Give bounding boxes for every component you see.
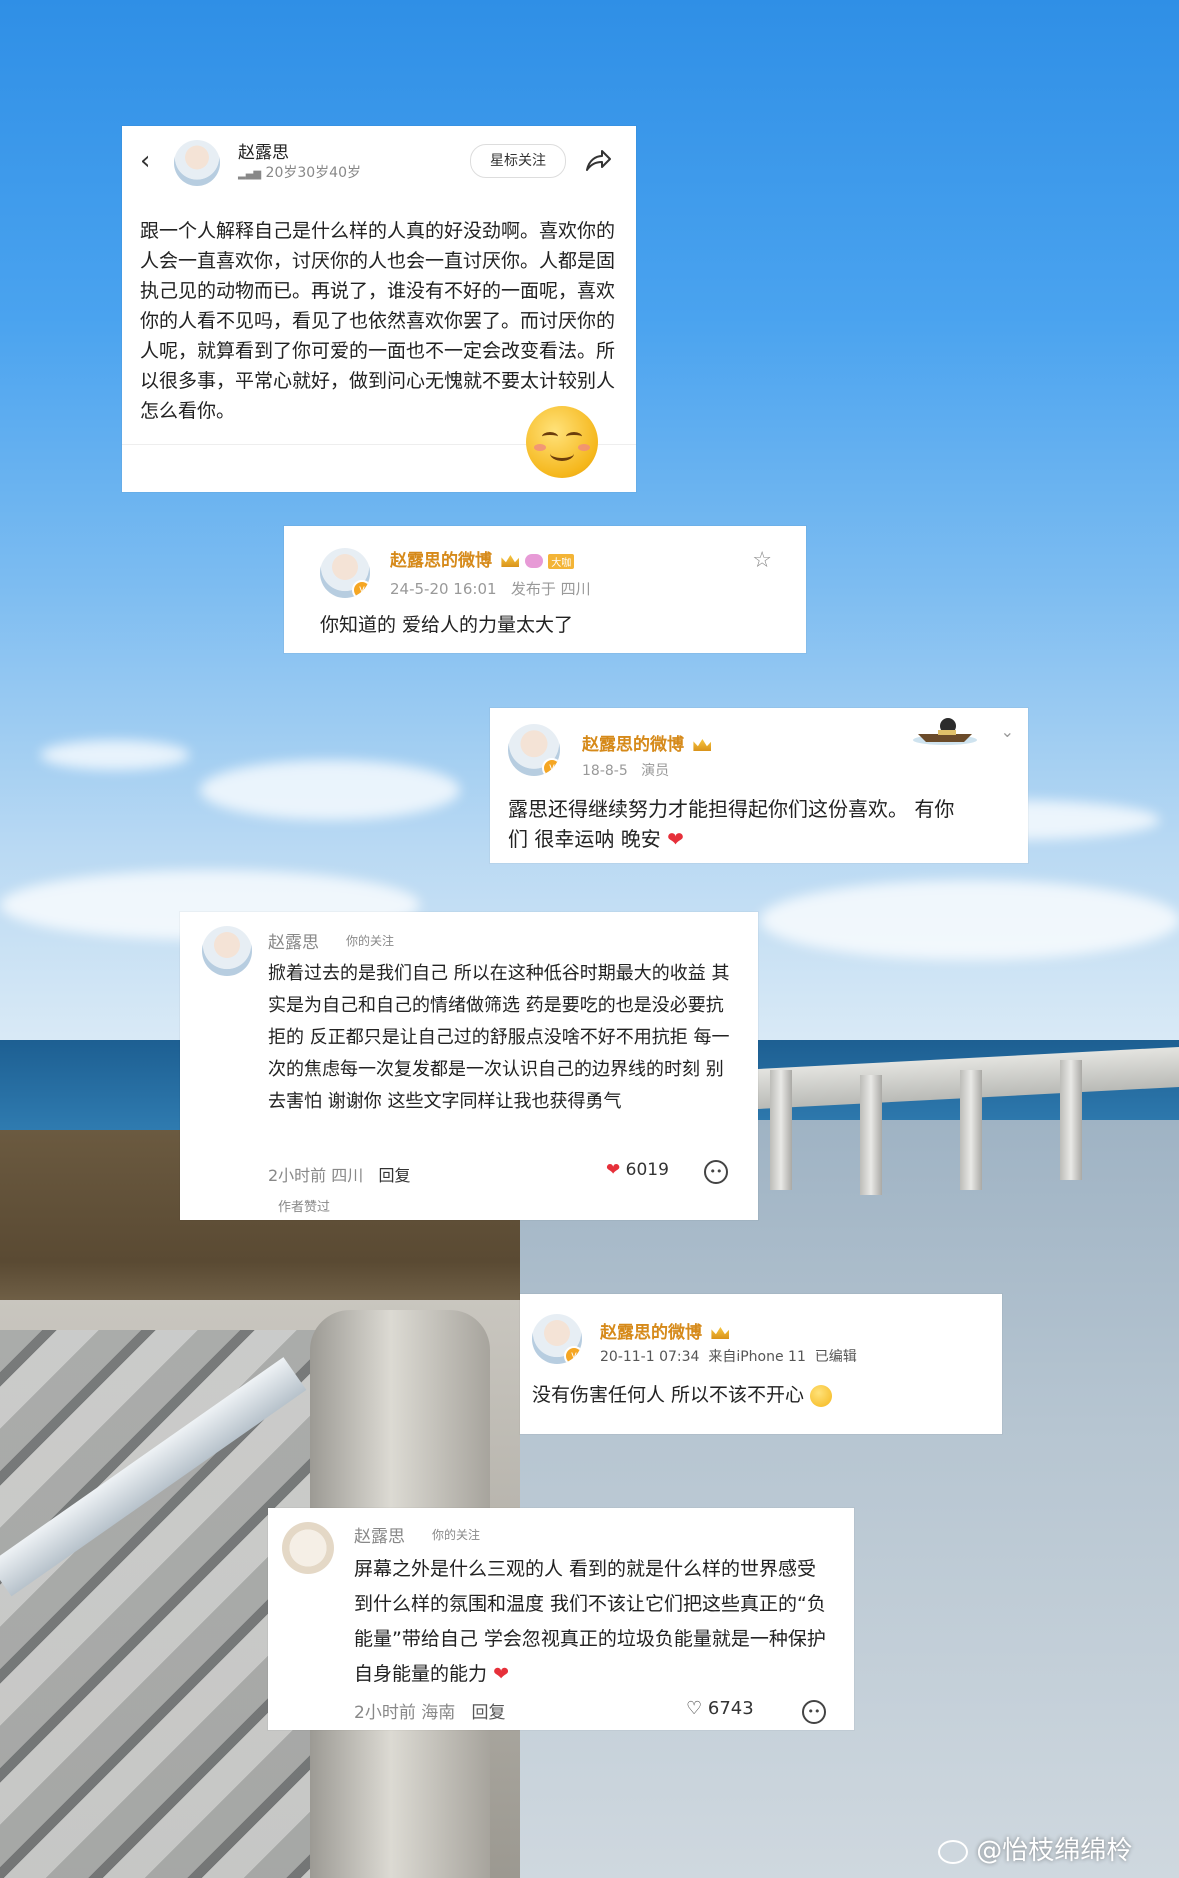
post-time: 24-5-20 16:01 — [390, 580, 497, 598]
post-body: 你知道的 爱给人的力量太大了 — [320, 614, 574, 636]
post-body: 跟一个人解释自己是什么样的人真的好没劲啊。喜欢你的人会一直喜欢你，讨厌你的人也会… — [140, 220, 616, 422]
reply-button[interactable]: 回复 — [471, 1703, 505, 1723]
cloud — [40, 740, 190, 770]
emoji-react-icon[interactable]: •• — [802, 1700, 826, 1724]
comment-time-location: 2小时前 海南 — [354, 1703, 456, 1723]
avatar[interactable]: v — [532, 1314, 582, 1364]
crown-icon — [501, 555, 520, 567]
heart-filled-icon: ❤ — [606, 1160, 621, 1180]
reply-button[interactable]: 回复 — [379, 1166, 411, 1185]
verified-icon: v — [542, 758, 560, 776]
user-role: 演员 — [641, 763, 670, 779]
avatar[interactable]: v — [320, 548, 370, 598]
tags-text: 20岁30岁40岁 — [265, 165, 361, 181]
user-name[interactable]: 赵露思的微博 — [600, 1323, 702, 1343]
railing-post — [1060, 1060, 1082, 1180]
railing-post — [860, 1075, 882, 1195]
cloud — [200, 760, 460, 820]
weibo-post-card: v 赵露思的微博 18-8-5 演员 ⌄ 露思还得继续努力才能担得起你们这份喜欢… — [490, 708, 1028, 863]
watermark-text: @怡枝绵绵柃 — [976, 1836, 1133, 1866]
commenter-name[interactable]: 赵露思 — [268, 928, 319, 953]
user-name-row: 赵露思的微博 — [582, 730, 712, 755]
post-meta: 24-5-20 16:01 发布于 四川 — [390, 578, 591, 599]
comment-card: 赵露思 你的关注 掀着过去的是我们自己 所以在这种低谷时期最大的收益 其实是为自… — [180, 912, 758, 1220]
user-name-row: 赵露思的微博 大咖 — [390, 546, 575, 571]
crown-icon — [711, 1327, 730, 1339]
comment-meta: 2小时前 海南 回复 — [354, 1698, 505, 1723]
like-count: 6743 — [707, 1698, 754, 1719]
avatar[interactable] — [282, 1522, 334, 1574]
following-tag: 你的关注 — [432, 1528, 481, 1542]
heart-emoji: ❤ — [667, 827, 684, 851]
like-button[interactable]: ♡ 6743 — [686, 1698, 754, 1719]
user-name[interactable]: 赵露思 — [238, 138, 289, 163]
comment-body-text: 屏幕之外是什么三观的人 看到的就是什么样的世界感受到什么样的氛围和温度 我们不该… — [354, 1558, 826, 1685]
post-location: 发布于 四川 — [510, 580, 591, 598]
promenade — [520, 1120, 1179, 1878]
post-source: 来自iPhone 11 — [708, 1349, 806, 1365]
author-liked-label: 作者赞过 — [278, 1200, 331, 1215]
comment-time-location: 2小时前 四川 — [268, 1166, 364, 1185]
party-face-emoji — [810, 1384, 833, 1407]
cloud — [760, 880, 1179, 960]
post-body-row: 没有伤害任何人 所以不该不开心 — [532, 1380, 833, 1407]
user-name[interactable]: 赵露思的微博 — [390, 551, 492, 571]
post-body: 露思还得继续努力才能担得起你们这份喜欢。 有你 们 很幸运呐 晚安 ❤ — [508, 794, 954, 854]
verified-icon: v — [352, 580, 370, 598]
following-tag: 你的关注 — [346, 934, 395, 948]
signal-icon: ▂▄▆ — [238, 169, 262, 180]
star-icon[interactable]: ☆ — [752, 548, 772, 573]
boat-sticker-icon — [913, 718, 977, 745]
heart-badge-icon — [524, 554, 543, 568]
like-button[interactable]: ❤ 6019 — [606, 1160, 669, 1180]
weibo-post-card: v 赵露思的微博 大咖 24-5-20 16:01 发布于 四川 ☆ 你知道的 … — [284, 526, 806, 653]
comment-meta: 2小时前 四川 回复 — [268, 1162, 411, 1186]
weibo-post-card: v 赵露思的微博 20-11-1 07:34 来自iPhone 11 已编辑 没… — [520, 1294, 1002, 1434]
chevron-down-icon[interactable]: ⌄ — [1001, 722, 1014, 741]
verified-icon: v — [564, 1346, 582, 1364]
share-icon[interactable] — [584, 148, 612, 174]
weibo-logo-icon — [938, 1839, 968, 1864]
smiling-face-emoji — [526, 406, 598, 478]
vip-badge: 大咖 — [548, 553, 575, 569]
watermark: @怡枝绵绵柃 — [938, 1830, 1132, 1867]
user-name-row: 赵露思的微博 — [600, 1318, 730, 1343]
post-body: 没有伤害任何人 所以不该不开心 — [532, 1384, 805, 1406]
avatar[interactable] — [202, 926, 252, 976]
user-tags: ▂▄▆ 20岁30岁40岁 — [238, 162, 361, 182]
back-icon[interactable]: ‹ — [140, 146, 150, 176]
edited-label: 已编辑 — [814, 1349, 857, 1365]
comment-card: 赵露思 你的关注 屏幕之外是什么三观的人 看到的就是什么样的世界感受到什么样的氛… — [268, 1508, 854, 1730]
emoji-react-icon[interactable]: •• — [704, 1160, 728, 1184]
post-time: 18-8-5 — [582, 763, 628, 779]
star-follow-button[interactable]: 星标关注 — [470, 144, 566, 178]
railing-post — [960, 1070, 982, 1190]
post-body-line: 露思还得继续努力才能担得起你们这份喜欢。 有你 — [508, 797, 955, 821]
comment-body: 屏幕之外是什么三观的人 看到的就是什么样的世界感受到什么样的氛围和温度 我们不该… — [354, 1552, 834, 1692]
commenter-name[interactable]: 赵露思 — [354, 1522, 405, 1547]
comment-body: 掀着过去的是我们自己 所以在这种低谷时期最大的收益 其实是为自己和自己的情绪做筛… — [268, 963, 730, 1112]
heart-outline-icon: ♡ — [686, 1698, 703, 1719]
post-meta: 20-11-1 07:34 来自iPhone 11 已编辑 — [600, 1346, 857, 1366]
avatar[interactable] — [174, 140, 220, 186]
post-card-profile: ‹ 赵露思 ▂▄▆ 20岁30岁40岁 星标关注 跟一个人解释自己是什么样的人真… — [122, 126, 636, 492]
post-time: 20-11-1 07:34 — [600, 1349, 700, 1365]
heart-emoji: ❤ — [493, 1663, 509, 1685]
railing-post — [770, 1070, 792, 1190]
post-meta: 18-8-5 演员 — [582, 760, 669, 780]
post-body-line: 们 很幸运呐 晚安 — [508, 827, 661, 851]
user-name[interactable]: 赵露思的微博 — [582, 735, 684, 755]
like-count: 6019 — [625, 1160, 669, 1180]
crown-icon — [693, 739, 712, 751]
avatar[interactable]: v — [508, 724, 560, 776]
